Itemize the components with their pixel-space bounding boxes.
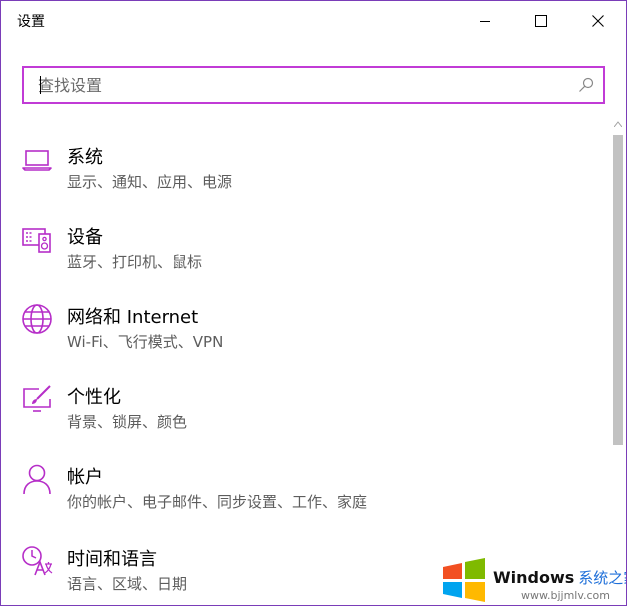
scrollbar-thumb[interactable] <box>613 135 623 445</box>
windows-logo-icon <box>443 558 485 602</box>
watermark-title-cn: 系统之家 <box>578 569 626 587</box>
category-system[interactable]: 系统 显示、通知、应用、电源 <box>1 137 606 207</box>
category-description: 蓝牙、打印机、鼠标 <box>67 253 203 271</box>
category-name: 设备 <box>67 227 103 248</box>
search-icon[interactable] <box>578 77 594 93</box>
category-devices[interactable]: 设备 蓝牙、打印机、鼠标 <box>1 217 606 287</box>
watermark: Windows系统之家 www.bjjmlv.com <box>437 553 626 605</box>
maximize-button[interactable] <box>513 1 569 41</box>
category-description: Wi-Fi、飞行模式、VPN <box>67 333 224 351</box>
category-description: 你的帐户、电子邮件、同步设置、工作、家庭 <box>67 493 368 511</box>
text-caret <box>40 76 41 94</box>
laptop-icon <box>22 150 52 171</box>
close-icon <box>592 15 604 27</box>
category-name: 系统 <box>67 147 103 168</box>
search-input[interactable] <box>24 68 578 102</box>
close-button[interactable] <box>570 1 626 41</box>
globe-icon <box>22 304 52 334</box>
time-language-icon <box>22 546 53 576</box>
maximize-icon <box>535 15 547 27</box>
category-name: 帐户 <box>67 467 103 488</box>
category-description: 语言、区域、日期 <box>67 575 188 593</box>
watermark-title: Windows系统之家 <box>493 567 626 588</box>
category-name: 个性化 <box>67 387 121 408</box>
vertical-scrollbar[interactable] <box>611 119 625 605</box>
category-description: 显示、通知、应用、电源 <box>67 173 233 191</box>
personalization-icon <box>23 385 51 412</box>
minimize-icon <box>480 21 490 22</box>
devices-icon <box>22 228 51 253</box>
watermark-title-en: Windows <box>493 568 575 587</box>
settings-window: 设置 系统 显示、通知、应用、电源 <box>0 0 627 606</box>
search-box[interactable] <box>22 66 605 104</box>
minimize-button[interactable] <box>457 1 513 41</box>
category-name: 时间和语言 <box>67 549 157 570</box>
person-icon <box>23 464 51 495</box>
scroll-up-arrow-icon[interactable] <box>614 121 622 127</box>
watermark-url: www.bjjmlv.com <box>521 589 610 602</box>
window-title: 设置 <box>17 14 45 30</box>
category-accounts[interactable]: 帐户 你的帐户、电子邮件、同步设置、工作、家庭 <box>1 457 606 527</box>
category-network[interactable]: 网络和 Internet Wi-Fi、飞行模式、VPN <box>1 297 606 367</box>
category-name: 网络和 Internet <box>67 307 199 328</box>
category-description: 背景、锁屏、颜色 <box>67 413 188 431</box>
title-bar[interactable]: 设置 <box>1 1 626 41</box>
category-personalization[interactable]: 个性化 背景、锁屏、颜色 <box>1 377 606 447</box>
